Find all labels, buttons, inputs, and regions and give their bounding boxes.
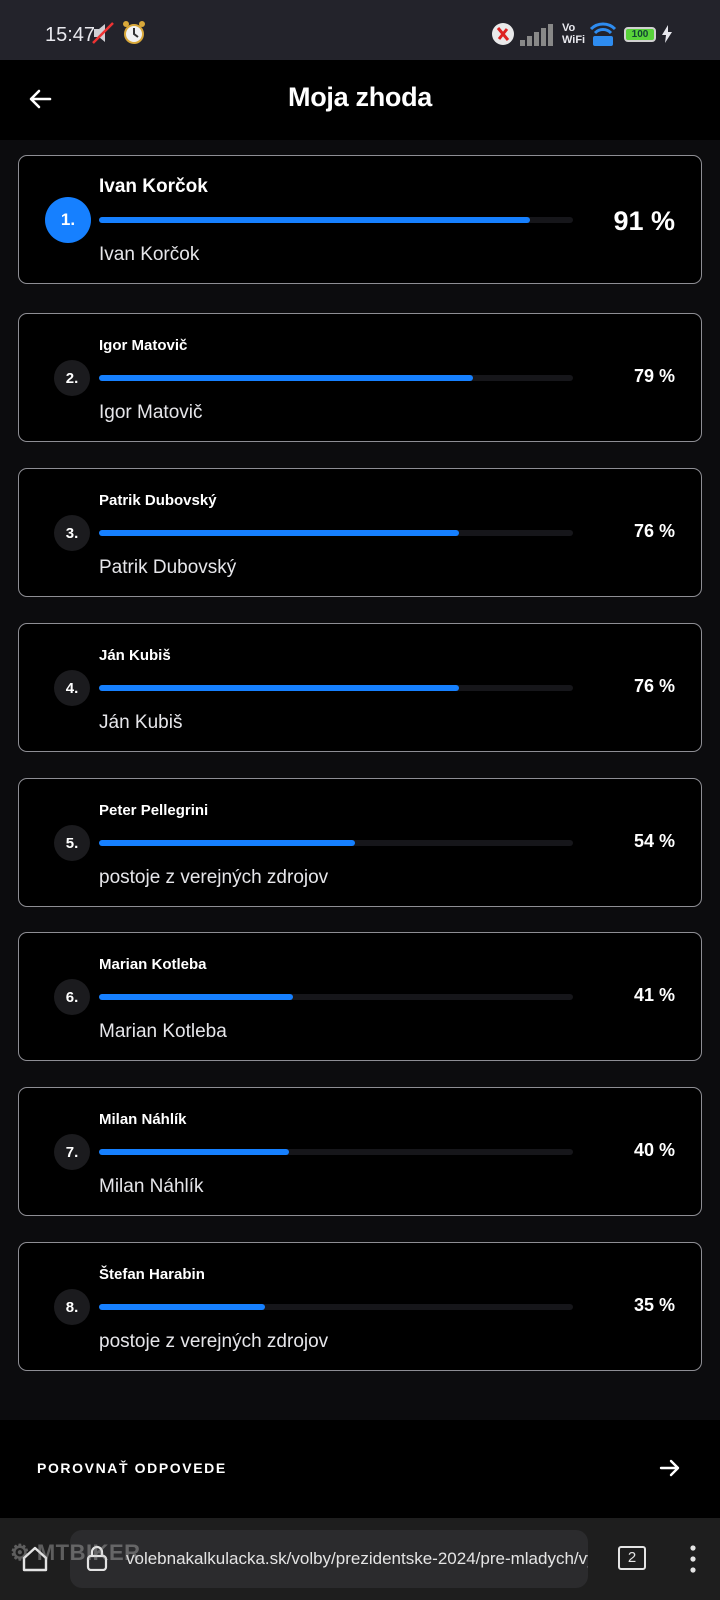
app-bar: Moja zhoda xyxy=(0,60,720,140)
result-card[interactable]: 1. Ivan Korčok 91 % Ivan Korčok xyxy=(18,155,702,284)
candidate-subtitle: Igor Matovič xyxy=(99,402,203,423)
candidate-name: Milan Náhlík xyxy=(99,1111,187,1128)
wifi-icon xyxy=(589,22,617,46)
match-progress-fill xyxy=(99,217,531,223)
match-percent: 41 % xyxy=(633,985,675,1005)
match-progress-bar xyxy=(99,217,573,223)
match-progress-fill xyxy=(99,840,355,846)
result-card[interactable]: 5. Peter Pellegrini 54 % postoje z verej… xyxy=(18,778,702,907)
match-progress-fill xyxy=(99,1149,289,1155)
match-progress-bar xyxy=(99,1304,573,1310)
rank-badge: 7. xyxy=(54,1134,90,1170)
result-card[interactable]: 4. Ján Kubiš 76 % Ján Kubiš xyxy=(18,623,702,752)
address-bar[interactable]: volebnakalkulacka.sk/volby/prezidentske-… xyxy=(70,1530,588,1588)
vowifi-icon: Vo WiFi xyxy=(562,22,586,46)
rank-badge: 4. xyxy=(54,670,90,706)
candidate-name: Igor Matovič xyxy=(99,337,188,354)
candidate-subtitle: Milan Náhlík xyxy=(99,1176,204,1197)
tab-switcher-button[interactable]: 2 xyxy=(618,1546,646,1570)
battery-icon: 100 xyxy=(624,27,656,42)
results-list: 1. Ivan Korčok 91 % Ivan Korčok 2. Igor … xyxy=(0,140,720,1420)
match-percent: 76 % xyxy=(633,676,675,696)
charging-icon xyxy=(662,25,672,43)
result-card[interactable]: 3. Patrik Dubovský 76 % Patrik Dubovský xyxy=(18,468,702,597)
candidate-subtitle: Patrik Dubovský xyxy=(99,557,237,578)
match-percent: 54 % xyxy=(633,831,675,851)
match-progress-fill xyxy=(99,375,474,381)
match-progress-bar xyxy=(99,685,573,691)
candidate-subtitle: Ján Kubiš xyxy=(99,712,183,733)
match-percent: 40 % xyxy=(633,1140,675,1160)
more-menu-icon[interactable] xyxy=(690,1544,696,1574)
candidate-name: Ján Kubiš xyxy=(99,647,171,664)
rank-badge: 6. xyxy=(54,979,90,1015)
alarm-icon xyxy=(123,21,145,44)
watermark-logo: ⚙ MTBIKER xyxy=(10,1540,141,1565)
compare-answers-label: POROVNAŤ ODPOVEDE xyxy=(37,1460,227,1476)
rank-badge: 5. xyxy=(54,825,90,861)
signal-icon xyxy=(520,24,553,46)
match-progress-fill xyxy=(99,530,460,536)
candidate-subtitle: Marian Kotleba xyxy=(99,1021,227,1042)
match-percent: 79 % xyxy=(633,366,675,386)
candidate-name: Peter Pellegrini xyxy=(99,802,209,819)
rank-badge: 1. xyxy=(45,197,91,243)
result-card[interactable]: 7. Milan Náhlík 40 % Milan Náhlík xyxy=(18,1087,702,1216)
candidate-name: Štefan Harabin xyxy=(99,1266,205,1283)
match-progress-bar xyxy=(99,530,573,536)
url-text: volebnakalkulacka.sk/volby/prezidentske-… xyxy=(126,1549,588,1568)
page-title: Moja zhoda xyxy=(288,82,432,112)
rank-badge: 8. xyxy=(54,1289,90,1325)
match-progress-fill xyxy=(99,994,294,1000)
arrow-right-icon xyxy=(659,1459,680,1477)
candidate-subtitle: Ivan Korčok xyxy=(99,244,200,265)
candidate-subtitle: postoje z verejných zdrojov xyxy=(99,1331,329,1352)
match-percent: 91 % xyxy=(613,206,675,236)
match-progress-bar xyxy=(99,375,573,381)
match-percent: 35 % xyxy=(633,1295,675,1315)
status-time: 15:47 xyxy=(45,24,96,46)
status-bar: 15:47 Vo WiFi 100 xyxy=(0,0,720,60)
browser-toolbar: volebnakalkulacka.sk/volby/prezidentske-… xyxy=(0,1518,720,1600)
result-card[interactable]: 6. Marian Kotleba 41 % Marian Kotleba xyxy=(18,932,702,1061)
compare-answers-button[interactable]: POROVNAŤ ODPOVEDE xyxy=(0,1420,720,1518)
match-progress-bar xyxy=(99,1149,573,1155)
match-progress-bar xyxy=(99,840,573,846)
app-notification-icon xyxy=(492,23,514,45)
match-percent: 76 % xyxy=(633,521,675,541)
candidate-subtitle: postoje z verejných zdrojov xyxy=(99,867,329,888)
result-card[interactable]: 2. Igor Matovič 79 % Igor Matovič xyxy=(18,313,702,442)
candidate-name: Patrik Dubovský xyxy=(99,492,217,509)
match-progress-fill xyxy=(99,685,460,691)
match-progress-bar xyxy=(99,994,573,1000)
rank-badge: 2. xyxy=(54,360,90,396)
rank-badge: 3. xyxy=(54,515,90,551)
candidate-name: Ivan Korčok xyxy=(99,176,208,197)
result-card[interactable]: 8. Štefan Harabin 35 % postoje z verejný… xyxy=(18,1242,702,1371)
candidate-name: Marian Kotleba xyxy=(99,956,207,973)
match-progress-fill xyxy=(99,1304,265,1310)
mute-icon xyxy=(92,22,114,44)
